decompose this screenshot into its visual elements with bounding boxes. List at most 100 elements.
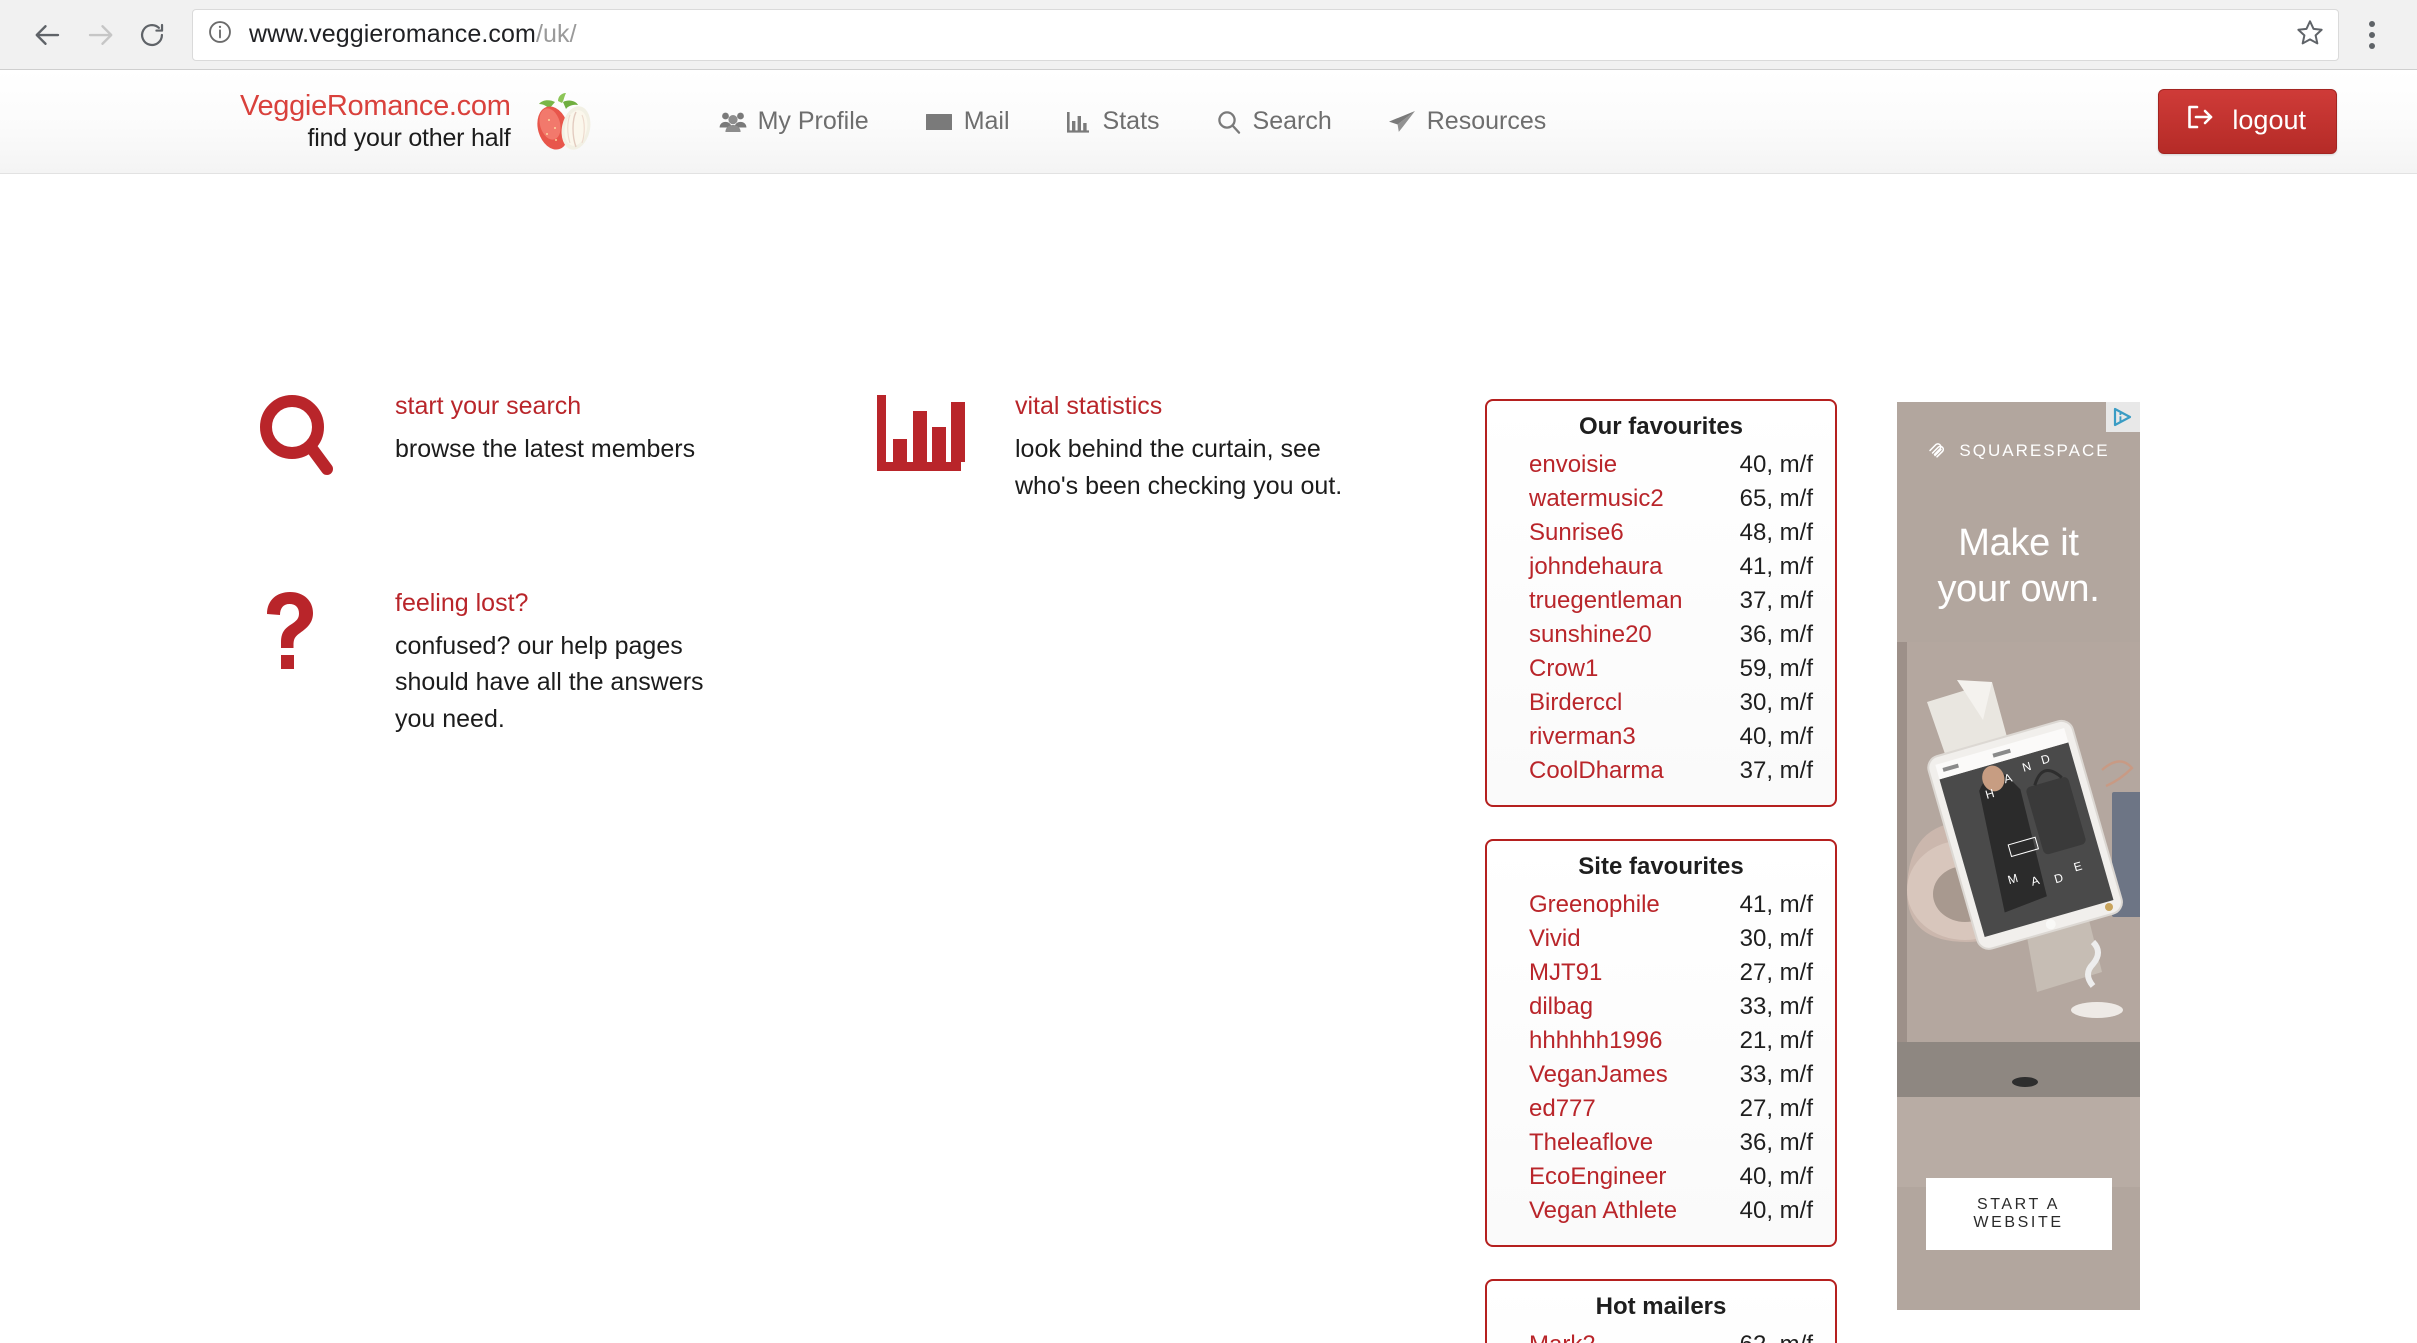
member-name[interactable]: Vivid — [1529, 925, 1740, 953]
member-meta: 37, m/f — [1739, 757, 1813, 784]
page-content: start your search browse the latest memb… — [0, 174, 2417, 1343]
list-item[interactable]: VeganJames 33, m/f — [1487, 1061, 1835, 1095]
promo-title[interactable]: vital statistics — [1015, 391, 1345, 422]
list-item[interactable]: Greenophile 41, m/f — [1487, 891, 1835, 925]
member-name[interactable]: envoisie — [1529, 451, 1740, 479]
brand-text: VeggieRomance.com find your other half — [240, 92, 511, 151]
list-item[interactable]: Sunrise6 48, m/f — [1487, 519, 1835, 553]
users-icon — [719, 110, 747, 134]
forward-button[interactable] — [74, 9, 126, 61]
squarespace-logo-icon — [1927, 438, 1949, 463]
promo-body: feeling lost? confused? our help pages s… — [395, 586, 747, 737]
member-name[interactable]: Mark2 — [1529, 1331, 1740, 1343]
promo-feeling-lost[interactable]: feeling lost? confused? our help pages s… — [255, 586, 875, 737]
member-meta: 48, m/f — [1739, 519, 1813, 546]
site-header: VeggieRomance.com find your other half M… — [0, 70, 2417, 174]
list-item[interactable]: Theleaflove 36, m/f — [1487, 1129, 1835, 1163]
panel-title: Site favourites — [1578, 853, 1744, 880]
promo-row-top: start your search browse the latest memb… — [255, 389, 1435, 504]
address-bar[interactable]: www.veggieromance.com/uk/ — [192, 8, 2339, 61]
ad-cta-wrap: START A WEBSITE — [1897, 1178, 2140, 1250]
member-name[interactable]: hhhhhh1996 — [1529, 1027, 1740, 1055]
star-icon[interactable] — [2284, 18, 2324, 51]
back-button[interactable] — [22, 9, 74, 61]
promo-description: browse the latest members — [395, 435, 696, 464]
list-item[interactable]: CoolDharma 37, m/f — [1487, 757, 1835, 791]
sidebar-panels: Our favourites envoisie 40, m/f watermusi… — [1485, 399, 1837, 1343]
member-name[interactable]: Greenophile — [1529, 891, 1740, 919]
strawberry-image — [525, 90, 603, 154]
list-item[interactable]: Crow1 59, m/f — [1487, 655, 1835, 689]
ad-headline: Make it your own. — [1897, 520, 2140, 613]
list-item[interactable]: MJT91 27, m/f — [1487, 959, 1835, 993]
url-domain: www.veggieromance.com — [249, 20, 536, 48]
logout-button[interactable]: logout — [2158, 89, 2337, 154]
member-name[interactable]: Sunrise6 — [1529, 519, 1740, 547]
nav-label: My Profile — [757, 107, 869, 135]
promo-title[interactable]: start your search — [395, 391, 695, 422]
advertisement-banner[interactable]: SQUARESPACE Make it your own. H A N D M … — [1897, 402, 2140, 1310]
member-name[interactable]: CoolDharma — [1529, 757, 1740, 785]
nav-label: Stats — [1102, 107, 1160, 135]
list-item[interactable]: ed777 27, m/f — [1487, 1095, 1835, 1129]
promo-body: vital statistics look behind the curtain… — [1015, 389, 1345, 504]
page-info-icon[interactable] — [207, 19, 233, 50]
member-name[interactable]: MJT91 — [1529, 959, 1740, 987]
list-item[interactable]: Mark262, m/f — [1487, 1331, 1835, 1343]
logout-label: logout — [2232, 105, 2306, 135]
browser-menu-button[interactable] — [2349, 9, 2395, 61]
member-meta: 40, m/f — [1739, 723, 1813, 750]
list-item[interactable]: dilbag 33, m/f — [1487, 993, 1835, 1027]
promo-vital-statistics[interactable]: vital statistics look behind the curtain… — [875, 389, 1435, 504]
url-text: www.veggieromance.com/uk/ — [249, 20, 577, 49]
paper-plane-icon — [1388, 110, 1416, 134]
brand-tagline: find your other half — [307, 124, 511, 152]
list-item[interactable]: riverman3 40, m/f — [1487, 723, 1835, 757]
promo-start-your-search[interactable]: start your search browse the latest memb… — [255, 389, 875, 504]
member-name[interactable]: Theleaflove — [1529, 1129, 1740, 1157]
promo-title[interactable]: feeling lost? — [395, 588, 747, 619]
nav-item-my-profile[interactable]: My Profile — [691, 107, 897, 136]
list-item[interactable]: EcoEngineer 40, m/f — [1487, 1163, 1835, 1197]
member-name[interactable]: dilbag — [1529, 993, 1740, 1021]
member-meta: 36, m/f — [1739, 621, 1813, 648]
nav-item-resources[interactable]: Resources — [1360, 107, 1575, 136]
member-name[interactable]: watermusic2 — [1529, 485, 1740, 513]
reload-button[interactable] — [126, 9, 178, 61]
ad-photo: H A N D M A D E — [1897, 642, 2140, 1187]
member-name[interactable]: riverman3 — [1529, 723, 1740, 751]
list-item[interactable]: sunshine20 36, m/f — [1487, 621, 1835, 655]
ad-brand: SQUARESPACE — [1897, 438, 2140, 463]
member-name[interactable]: ed777 — [1529, 1095, 1740, 1123]
adchoices-icon[interactable] — [2106, 402, 2140, 432]
promo-section: start your search browse the latest memb… — [255, 389, 1435, 737]
member-name[interactable]: Crow1 — [1529, 655, 1740, 683]
list-item[interactable]: Vivid 30, m/f — [1487, 925, 1835, 959]
nav-item-mail[interactable]: Mail — [897, 107, 1038, 136]
bar-chart-icon — [875, 389, 1015, 479]
member-name[interactable]: EcoEngineer — [1529, 1163, 1740, 1191]
list-item[interactable]: hhhhhh1996 21, m/f — [1487, 1027, 1835, 1061]
ad-content: SQUARESPACE Make it your own. H A N D M … — [1897, 402, 2140, 1310]
list-item[interactable]: truegentleman 37, m/f — [1487, 587, 1835, 621]
list-item[interactable]: envoisie 40, m/f — [1487, 451, 1835, 485]
nav-item-stats[interactable]: Stats — [1038, 107, 1188, 136]
member-meta: 62, m/f — [1740, 1331, 1813, 1343]
member-name[interactable]: Birderccl — [1529, 689, 1740, 717]
member-name[interactable]: johndehaura — [1529, 553, 1740, 581]
start-a-website-button[interactable]: START A WEBSITE — [1925, 1178, 2112, 1250]
ad-headline-line1: Make it — [1958, 522, 2079, 564]
list-item[interactable]: Vegan Athlete 40, m/f — [1487, 1197, 1835, 1231]
url-path: /uk/ — [535, 20, 577, 48]
list-item[interactable]: johndehaura 41, m/f — [1487, 553, 1835, 587]
member-name[interactable]: VeganJames — [1529, 1061, 1740, 1089]
nav-item-search[interactable]: Search — [1188, 107, 1360, 136]
site-logo[interactable]: VeggieRomance.com find your other half — [240, 90, 603, 154]
member-name[interactable]: truegentleman — [1529, 587, 1740, 615]
member-name[interactable]: Vegan Athlete — [1529, 1197, 1740, 1225]
bar-chart-icon — [1066, 110, 1092, 134]
member-meta: 41, m/f — [1739, 553, 1813, 580]
list-item[interactable]: Birderccl 30, m/f — [1487, 689, 1835, 723]
list-item[interactable]: watermusic2 65, m/f — [1487, 485, 1835, 519]
member-name[interactable]: sunshine20 — [1529, 621, 1740, 649]
